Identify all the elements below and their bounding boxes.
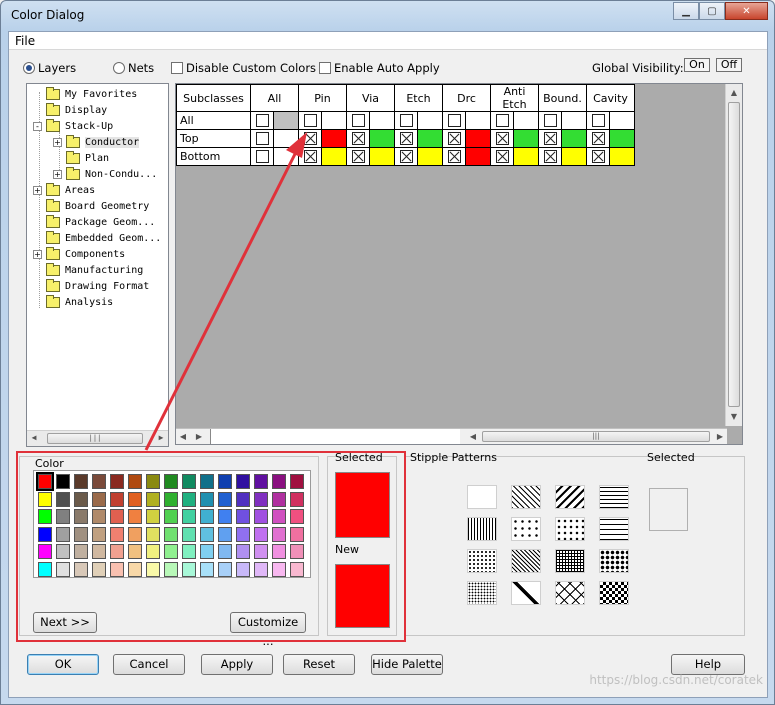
window-controls: ▁ ▢ ✕	[673, 2, 768, 20]
dialog-client: File Layers Nets Disable Custom Colors E…	[8, 31, 768, 698]
close-button[interactable]: ✕	[725, 2, 768, 20]
title-bar: Color Dialog ▁ ▢ ✕	[1, 1, 774, 31]
watermark-text: https://blog.csdn.net/coratek	[589, 673, 763, 687]
window-title: Color Dialog	[11, 8, 85, 22]
apply-button[interactable]: Apply	[201, 654, 273, 675]
minimize-button[interactable]: ▁	[673, 2, 699, 20]
ok-button[interactable]: OK	[27, 654, 99, 675]
cancel-button[interactable]: Cancel	[113, 654, 185, 675]
reset-button[interactable]: Reset	[283, 654, 355, 675]
annotation-arrow-icon	[144, 132, 307, 451]
color-dialog-window: Color Dialog ▁ ▢ ✕ File Layers Nets Disa…	[0, 0, 775, 705]
help-button[interactable]: Help	[671, 654, 745, 675]
maximize-button[interactable]: ▢	[699, 2, 725, 20]
hide-palette-button[interactable]: Hide Palette	[371, 654, 443, 675]
